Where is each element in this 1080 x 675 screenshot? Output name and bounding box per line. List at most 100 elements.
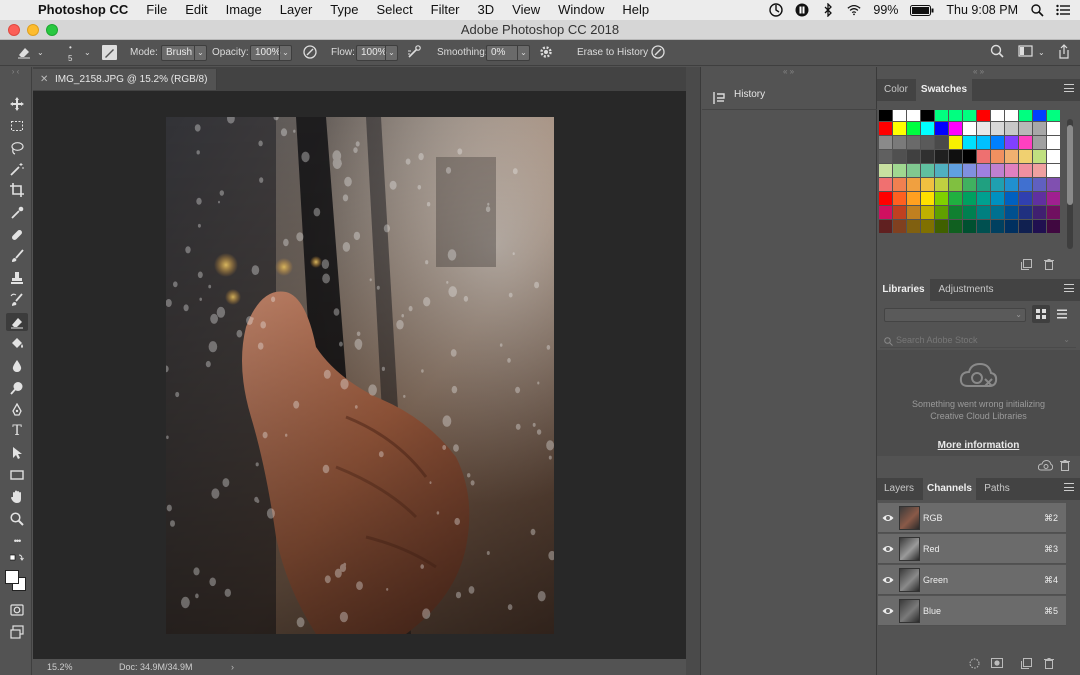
color-swatch[interactable]: [935, 192, 948, 205]
color-swatch[interactable]: [879, 136, 892, 149]
tab-paths[interactable]: Paths: [978, 478, 1016, 500]
color-swatch[interactable]: [921, 178, 934, 191]
color-swatch[interactable]: [921, 206, 934, 219]
color-swatch[interactable]: [1047, 110, 1060, 121]
visibility-eye-icon[interactable]: [882, 512, 894, 524]
color-swatch[interactable]: [1005, 164, 1018, 177]
menu-layer[interactable]: Layer: [271, 0, 322, 20]
color-swatch[interactable]: [1005, 110, 1018, 121]
color-swatch[interactable]: [1047, 136, 1060, 149]
menu-help[interactable]: Help: [613, 0, 658, 20]
color-swatch[interactable]: [949, 220, 962, 233]
color-swatch[interactable]: [907, 122, 920, 135]
color-swatch[interactable]: [1005, 206, 1018, 219]
color-swatch[interactable]: [1005, 122, 1018, 135]
crop-tool-icon[interactable]: [6, 181, 28, 199]
color-swatch[interactable]: [949, 110, 962, 121]
color-swatch[interactable]: [921, 164, 934, 177]
color-swatch[interactable]: [949, 178, 962, 191]
bluetooth-icon[interactable]: [821, 3, 835, 17]
list-view-icon[interactable]: [1053, 305, 1071, 323]
brush-picker-chevron-icon[interactable]: ⌄: [84, 44, 91, 62]
color-swatch[interactable]: [963, 110, 976, 121]
visibility-eye-icon[interactable]: [882, 543, 894, 555]
color-swatch[interactable]: [907, 220, 920, 233]
menu-view[interactable]: View: [503, 0, 549, 20]
color-swatch[interactable]: [893, 192, 906, 205]
history-panel-grip[interactable]: « »: [701, 67, 876, 77]
color-swatch[interactable]: [879, 192, 892, 205]
new-swatch-icon[interactable]: [1020, 259, 1032, 271]
color-swatch[interactable]: [991, 178, 1004, 191]
zoom-level[interactable]: 15.2%: [47, 659, 73, 675]
grid-view-icon[interactable]: [1032, 305, 1050, 323]
color-swatch[interactable]: [921, 110, 934, 121]
color-swatch[interactable]: [1033, 206, 1046, 219]
tab-libraries[interactable]: Libraries: [877, 279, 930, 301]
visibility-eye-icon[interactable]: [882, 574, 894, 586]
color-swatch[interactable]: [1047, 178, 1060, 191]
color-swatch[interactable]: [977, 220, 990, 233]
color-swatch[interactable]: [907, 206, 920, 219]
color-swatch[interactable]: [907, 136, 920, 149]
color-swatch[interactable]: [949, 122, 962, 135]
color-swatch[interactable]: [907, 110, 920, 121]
zoom-tool-icon[interactable]: [6, 510, 28, 528]
brush-size-value[interactable]: 5: [68, 54, 72, 63]
eraser-tool-icon[interactable]: [6, 313, 28, 331]
healing-brush-tool-icon[interactable]: [6, 226, 28, 244]
document-tab[interactable]: ✕ IMG_2158.JPG @ 15.2% (RGB/8): [33, 69, 217, 90]
eraser-preset-icon[interactable]: [16, 44, 32, 65]
search-icon[interactable]: [990, 44, 1004, 63]
color-swatch[interactable]: [991, 150, 1004, 163]
brush-tool-icon[interactable]: [6, 247, 28, 265]
menu-filter[interactable]: Filter: [422, 0, 469, 20]
document-image[interactable]: [166, 117, 554, 634]
layers-panel-menu-icon[interactable]: [1064, 483, 1074, 491]
color-swatch[interactable]: [1019, 164, 1032, 177]
color-swatch[interactable]: [1033, 220, 1046, 233]
color-swatch[interactable]: [879, 150, 892, 163]
menu-3d[interactable]: 3D: [469, 0, 504, 20]
smoothing-settings-gear-icon[interactable]: [538, 44, 554, 65]
color-swatch[interactable]: [1033, 164, 1046, 177]
swatches-scroll-thumb[interactable]: [1067, 125, 1073, 205]
workspace-switcher-icon[interactable]: [1018, 44, 1034, 63]
color-swatch[interactable]: [991, 110, 1004, 121]
color-panel-menu-icon[interactable]: [1064, 84, 1074, 92]
color-swatch[interactable]: [1005, 178, 1018, 191]
color-swatch[interactable]: [921, 192, 934, 205]
color-swatch[interactable]: [907, 178, 920, 191]
paint-bucket-tool-icon[interactable]: [6, 334, 28, 352]
magic-wand-tool-icon[interactable]: [6, 160, 28, 178]
close-document-icon[interactable]: ✕: [40, 69, 48, 90]
color-swatch[interactable]: [893, 164, 906, 177]
color-swatch[interactable]: [907, 150, 920, 163]
airbrush-icon[interactable]: [406, 44, 422, 65]
color-swatch[interactable]: [935, 178, 948, 191]
status-menu-chevron-icon[interactable]: ›: [231, 659, 234, 675]
channel-row[interactable]: Green ⌘4: [878, 565, 1066, 595]
color-swatch[interactable]: [1005, 192, 1018, 205]
pressure-opacity-icon[interactable]: [302, 44, 318, 65]
color-swatch[interactable]: [1019, 150, 1032, 163]
library-select[interactable]: ⌄: [884, 308, 1026, 322]
menu-image[interactable]: Image: [217, 0, 271, 20]
color-swatch[interactable]: [1019, 206, 1032, 219]
tab-channels[interactable]: Channels: [923, 478, 976, 500]
delete-channel-trash-icon[interactable]: [1043, 658, 1055, 670]
color-swatch[interactable]: [935, 110, 948, 121]
opacity-field[interactable]: 100% ⌄: [250, 45, 292, 61]
menu-select[interactable]: Select: [367, 0, 421, 20]
battery-percent[interactable]: 99%: [873, 3, 898, 17]
type-tool-icon[interactable]: T: [6, 422, 28, 440]
brush-size-dot-icon[interactable]: •: [69, 43, 72, 52]
lasso-tool-icon[interactable]: [6, 139, 28, 157]
color-swatch[interactable]: [879, 122, 892, 135]
new-channel-icon[interactable]: [1020, 658, 1032, 670]
color-swatch[interactable]: [893, 178, 906, 191]
color-swatch[interactable]: [977, 192, 990, 205]
color-swatch[interactable]: [935, 136, 948, 149]
color-swatch[interactable]: [893, 220, 906, 233]
time-machine-icon[interactable]: [769, 3, 784, 17]
